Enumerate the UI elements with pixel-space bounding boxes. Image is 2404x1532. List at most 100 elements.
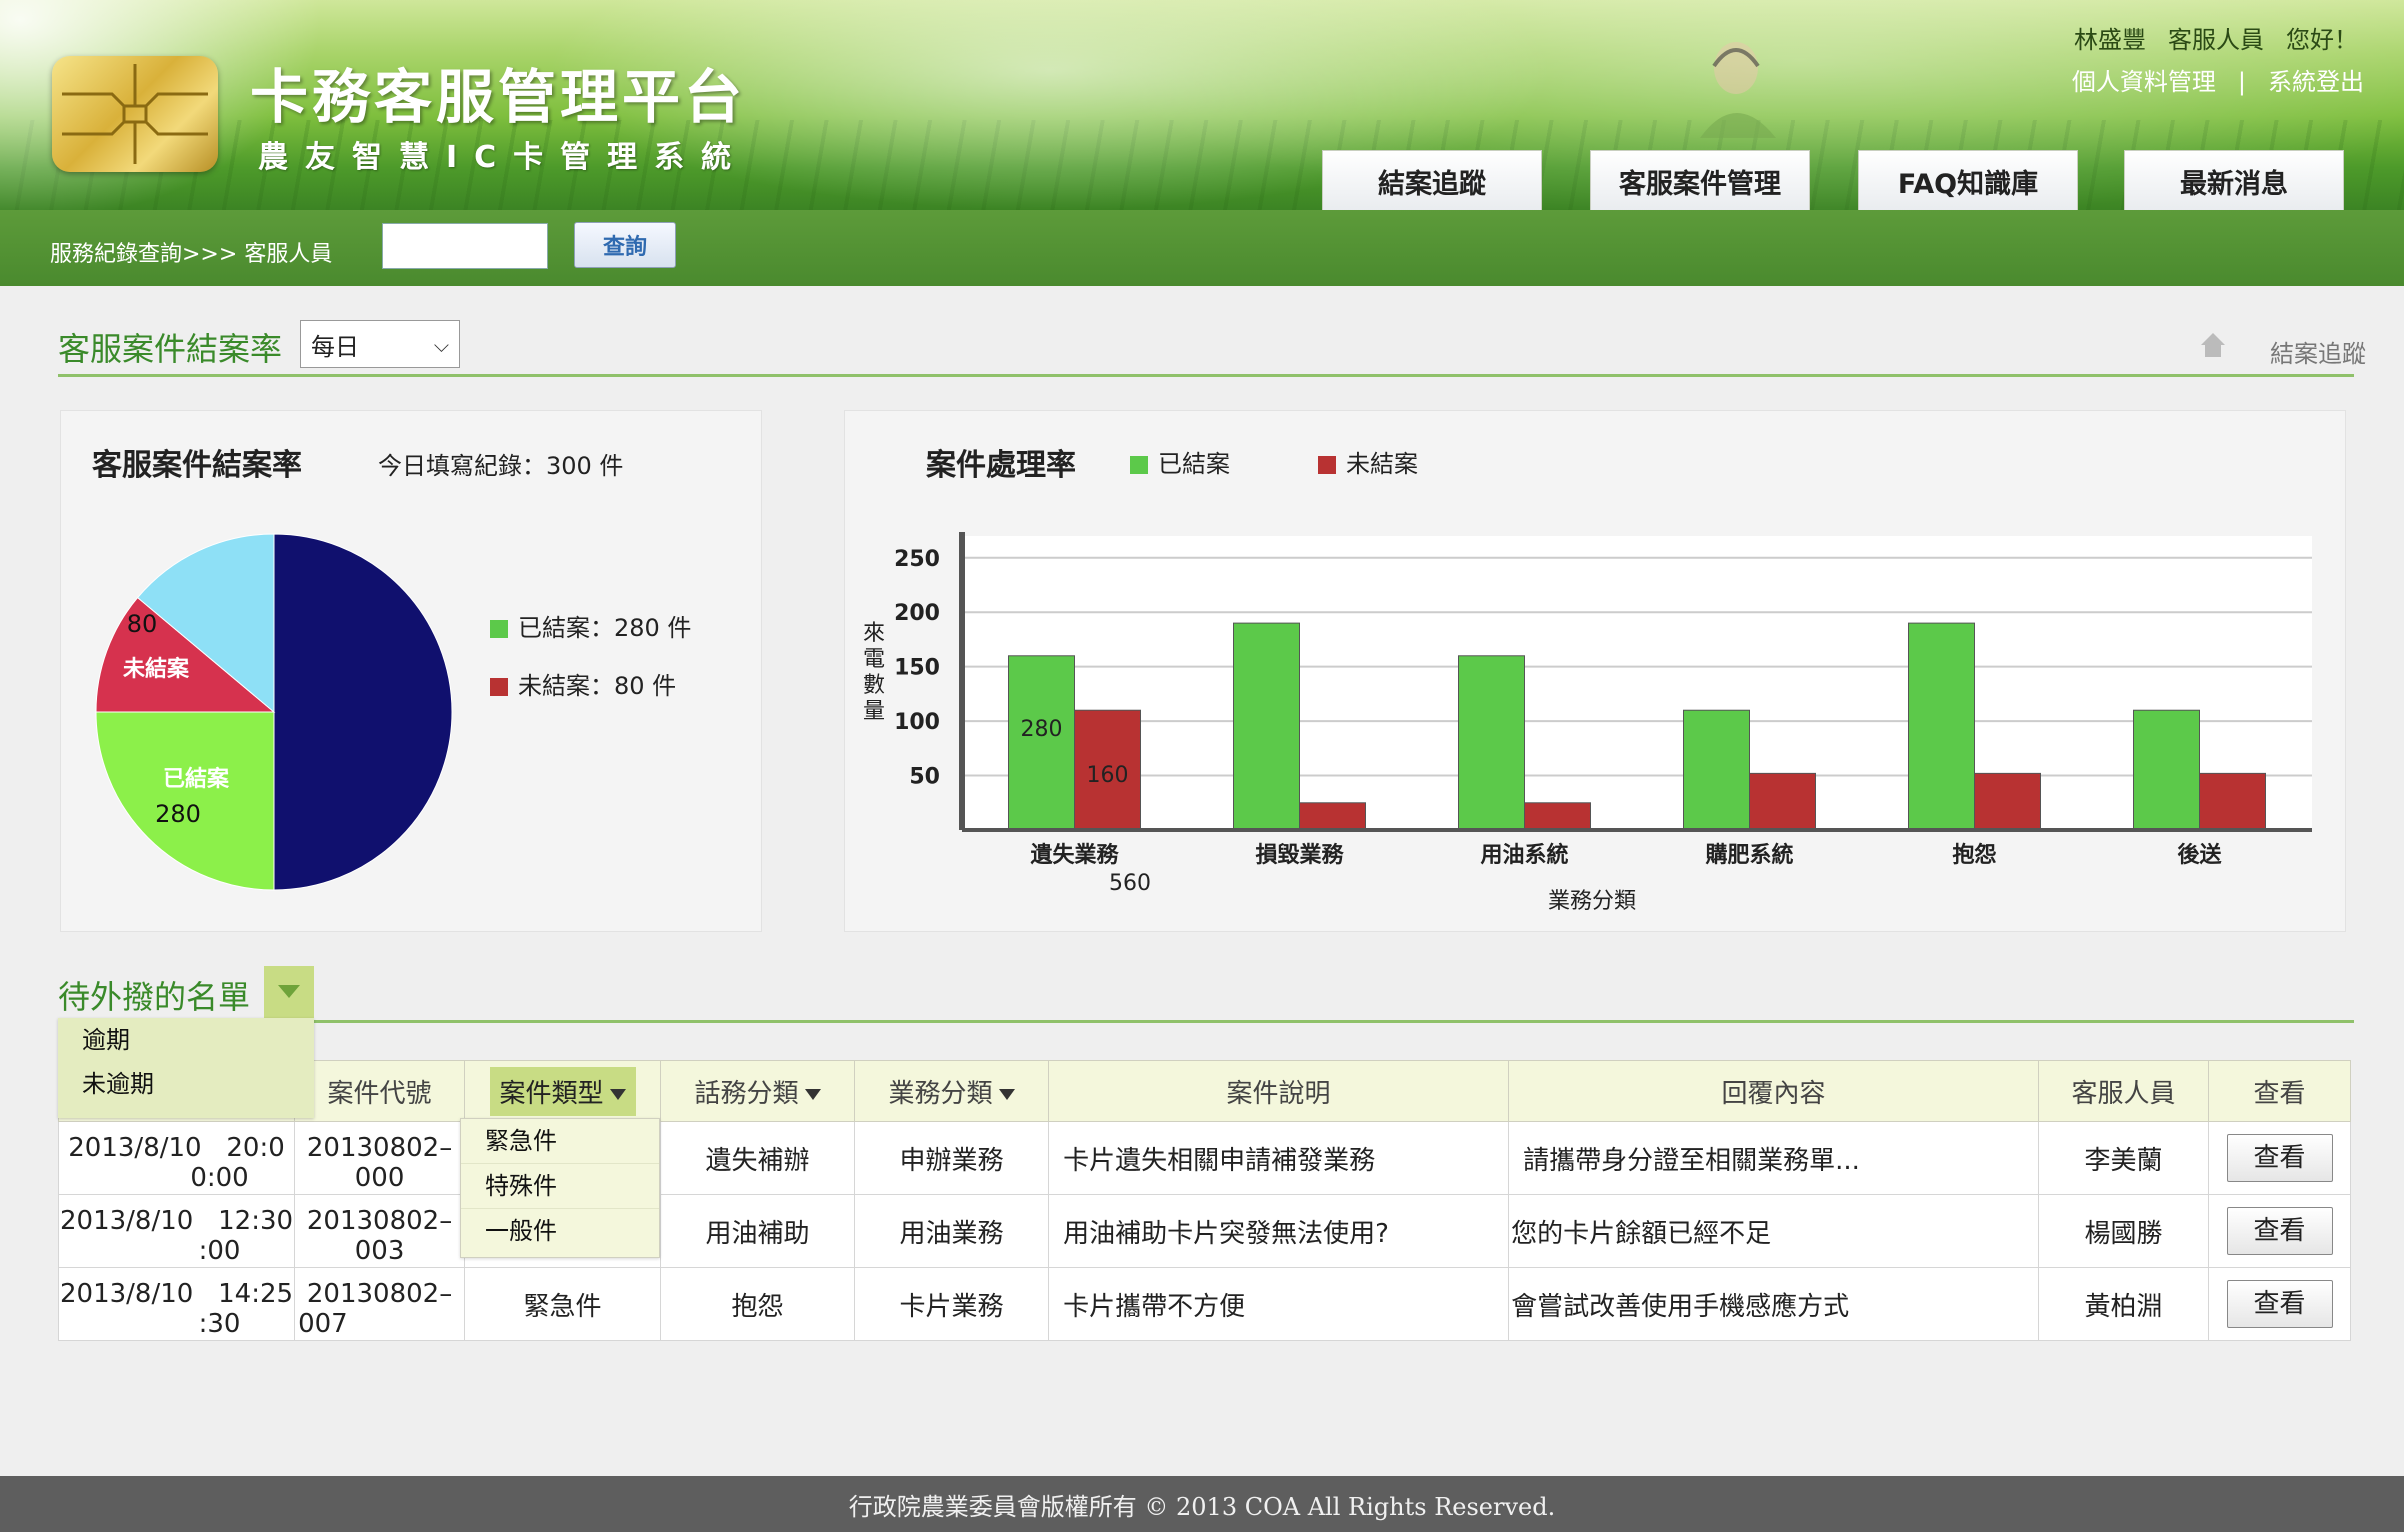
pie-legend-open: 未結案：80 件 — [490, 666, 676, 701]
user-role: 客服人員 — [2168, 26, 2264, 54]
dropdown-arrow-icon — [609, 1088, 626, 1100]
tab-case-tracking[interactable]: 結案追蹤 — [1322, 150, 1542, 211]
cell-business-category: 卡片業務 — [854, 1267, 1050, 1341]
pie-closed-name: 已結案 — [163, 766, 230, 792]
app-title: 卡務客服管理平台 — [250, 63, 747, 131]
col-case-type[interactable]: 案件類型 — [464, 1060, 662, 1122]
tab-news[interactable]: 最新消息 — [2124, 150, 2344, 211]
bar-panel-title: 案件處理率 — [926, 448, 1076, 483]
cell-description: 卡片攜帶不方便 — [1048, 1267, 1510, 1341]
row-time: 12:30 — [218, 1206, 294, 1236]
pending-cases-table: 案件代號 案件類型 話務分類 業務分類 案件說明 回覆內容 客服人員 查看 20… — [57, 1060, 2352, 1341]
cell-datetime: 2013/8/10 20:0 0:00 — [57, 1121, 296, 1195]
x-tick-label: 遺失業務 — [1030, 842, 1119, 868]
bar-chart: 50 100 150 200 250 遺失業務 損毀業務 用油系統 購肥系統 抱怨 後送 來 電 數… — [863, 532, 2312, 914]
cell-case-code: 20130802– 000 — [294, 1121, 466, 1195]
search-button[interactable]: 查詢 — [574, 222, 676, 268]
y-tick-label: 200 — [894, 601, 940, 626]
period-select[interactable]: 每日 ⌵ — [300, 320, 460, 368]
agent-figure-icon — [1700, 42, 1776, 138]
logout-link[interactable]: 系統登出 — [2268, 68, 2364, 96]
row-date: 2013/8/10 — [60, 1206, 194, 1236]
col-reply: 回覆內容 — [1508, 1060, 2040, 1122]
link-separator: | — [2237, 68, 2246, 96]
menu-item-not-overdue[interactable]: 未逾期 — [58, 1062, 314, 1106]
service-record-breadcrumb: 服務紀錄查詢>>> 客服人員 — [50, 236, 332, 268]
profile-link[interactable]: 個人資料管理 — [2072, 68, 2216, 96]
y-tick-label: 50 — [909, 765, 940, 790]
y-axis-label-1: 來 — [863, 621, 885, 646]
table-row: 2013/8/10 14:25:30 20130802– 007 緊急件 抱怨 卡… — [57, 1267, 2352, 1341]
row-time-cont: :30 — [198, 1309, 241, 1339]
pie-open-value: 80 — [127, 610, 158, 638]
view-button[interactable]: 查看 — [2226, 1280, 2333, 1328]
cell-reply: 您的卡片餘額已經不足 — [1508, 1194, 2040, 1268]
y-tick-label: 100 — [894, 710, 940, 735]
breadcrumb-case-tracking[interactable]: 結案追蹤 — [2270, 334, 2366, 369]
y-tick-label: 150 — [894, 656, 940, 681]
row-code-cont: 007 — [298, 1309, 348, 1339]
cell-agent: 楊國勝 — [2038, 1194, 2210, 1268]
pie-legend-open-label: 未結案：80 件 — [518, 672, 677, 700]
app-subtitle: 農友智慧IC卡管理系統 — [258, 140, 749, 175]
cell-datetime: 2013/8/10 14:25:30 — [57, 1267, 296, 1341]
tab-faq[interactable]: FAQ知識庫 — [1858, 150, 2078, 211]
col-business-category[interactable]: 業務分類 — [854, 1060, 1050, 1122]
cell-datetime: 2013/8/10 12:30:00 — [57, 1194, 296, 1268]
chevron-down-icon: ⌵ — [433, 333, 449, 357]
table-row: 2013/8/10 20:0 0:00 20130802– 000 遺失補辦 申辦業… — [57, 1121, 2352, 1195]
pending-filter-dropdown[interactable] — [264, 966, 314, 1018]
cell-view: 查看 — [2208, 1267, 2352, 1341]
bar-open-4 — [1974, 772, 2041, 831]
cell-description: 卡片遺失相關申請補發業務 — [1048, 1121, 1510, 1195]
view-button[interactable]: 查看 — [2226, 1207, 2333, 1255]
business-category-label: 業務分類 — [888, 1078, 993, 1109]
menu-item-special[interactable]: 特殊件 — [461, 1164, 659, 1209]
bar-legend-open-label: 未結案 — [1346, 450, 1418, 478]
menu-item-overdue[interactable]: 逾期 — [58, 1018, 314, 1062]
breadcrumb-service-record: 服務紀錄查詢>>> — [50, 242, 238, 267]
cell-reply: 會嘗試改善使用手機感應方式 — [1508, 1267, 2040, 1341]
user-name: 林盛豐 — [2074, 26, 2146, 54]
bar-open-5 — [2199, 772, 2266, 831]
case-type-filter[interactable]: 案件類型 — [489, 1066, 636, 1116]
agent-search-input[interactable] — [382, 223, 548, 269]
col-description: 案件說明 — [1048, 1060, 1510, 1122]
period-select-value: 每日 — [311, 332, 359, 361]
view-button[interactable]: 查看 — [2226, 1134, 2333, 1182]
menu-item-general[interactable]: 一般件 — [461, 1209, 659, 1253]
overdue-filter-menu: 逾期 未逾期 — [58, 1018, 314, 1118]
bar-closed-4 — [1908, 622, 1975, 831]
pie-open-name: 未結案 — [123, 656, 190, 682]
cell-agent: 黃柏淵 — [2038, 1267, 2210, 1341]
row-code: 20130802– — [306, 1133, 453, 1163]
row-code: 20130802– — [306, 1206, 453, 1236]
row-code-cont: 003 — [354, 1236, 405, 1266]
col-call-category[interactable]: 話務分類 — [660, 1060, 856, 1122]
table-header-row: 案件代號 案件類型 話務分類 業務分類 案件說明 回覆內容 客服人員 查看 — [57, 1060, 2352, 1122]
bar-closed-5 — [2133, 709, 2200, 831]
row-date: 2013/8/10 — [60, 1279, 194, 1309]
cell-reply: 請攜帶身分證至相關業務單... — [1508, 1121, 2040, 1195]
x-tick-label: 購肥系統 — [1705, 842, 1793, 868]
pie-panel-title: 客服案件結案率 — [92, 448, 302, 483]
dropdown-arrow-icon — [998, 1088, 1015, 1100]
legend-swatch-open — [490, 678, 508, 696]
section-divider — [58, 374, 2354, 377]
user-info: 林盛豐 客服人員 您好！ — [2052, 20, 2358, 55]
legend-swatch-open-bar — [1318, 456, 1336, 474]
menu-item-urgent[interactable]: 緊急件 — [461, 1119, 659, 1164]
tab-case-management[interactable]: 客服案件管理 — [1590, 150, 1810, 211]
col-agent: 客服人員 — [2038, 1060, 2210, 1122]
cell-case-code: 20130802– 003 — [294, 1194, 466, 1268]
bar-legend-open: 未結案 — [1318, 444, 1418, 479]
x-tick-label: 損毀業務 — [1255, 842, 1344, 868]
x-tick-label: 用油系統 — [1480, 842, 1568, 868]
y-axis-label-2: 電 — [863, 647, 885, 672]
cell-call-category: 抱怨 — [660, 1267, 856, 1341]
greeting: 您好！ — [2286, 26, 2358, 54]
dropdown-arrow-icon — [804, 1088, 821, 1100]
bar-closed-0 — [1008, 655, 1075, 831]
cell-description: 用油補助卡片突發無法使用? — [1048, 1194, 1510, 1268]
col-case-code[interactable]: 案件代號 — [294, 1060, 466, 1122]
